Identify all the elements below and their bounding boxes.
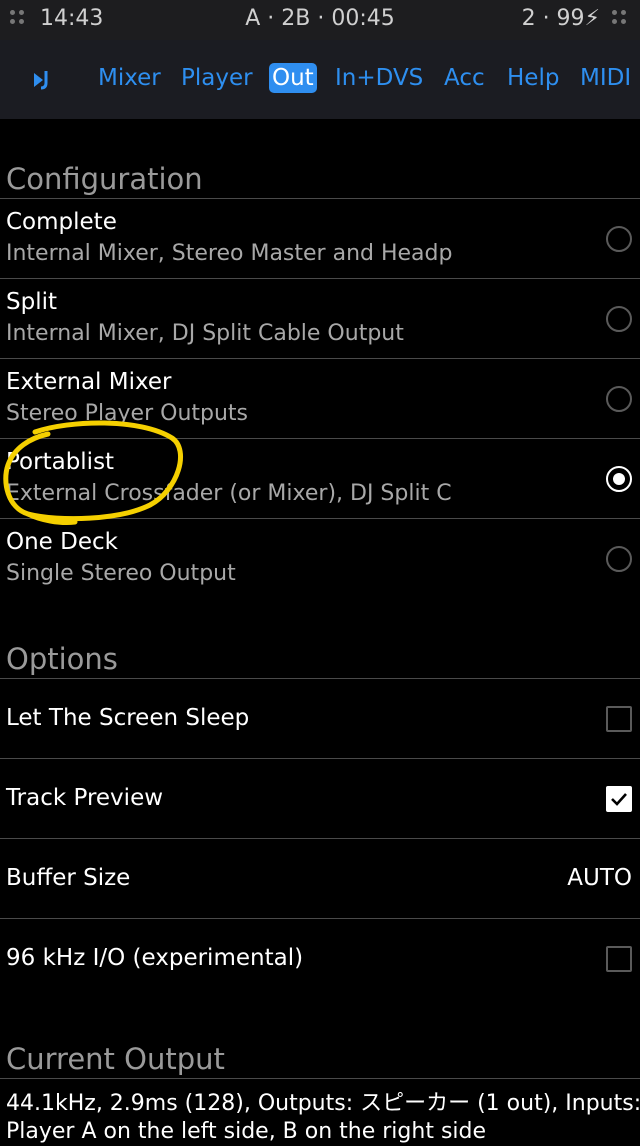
nav-bar: Mixer Player Out In+DVS Acc Help MIDI (0, 40, 640, 119)
config-option-title: Complete (6, 209, 117, 235)
tab-acc[interactable]: Acc (444, 63, 485, 93)
config-option-subtitle: Internal Mixer, DJ Split Cable Output (6, 321, 404, 346)
checkbox[interactable] (606, 706, 632, 732)
config-option-title: Split (6, 289, 57, 315)
config-option-title: External Mixer (6, 369, 172, 395)
option-buffer-size[interactable]: Buffer Size AUTO (0, 839, 640, 919)
tab-player[interactable]: Player (181, 63, 253, 93)
tab-midi[interactable]: MIDI (580, 63, 631, 93)
app-logo-icon[interactable] (30, 68, 54, 92)
check-icon (611, 793, 627, 806)
option-label: Buffer Size (6, 865, 131, 891)
option-96khz[interactable]: 96 kHz I/O (experimental) (0, 919, 640, 999)
tab-mixer[interactable]: Mixer (98, 63, 161, 93)
grip-icon (612, 10, 628, 30)
config-option-split[interactable]: Split Internal Mixer, DJ Split Cable Out… (0, 279, 640, 359)
divider (0, 1078, 640, 1079)
tab-in-dvs[interactable]: In+DVS (335, 63, 423, 93)
radio-button[interactable] (606, 306, 632, 332)
option-track-preview[interactable]: Track Preview (0, 759, 640, 839)
option-label: 96 kHz I/O (experimental) (6, 945, 304, 971)
tab-help[interactable]: Help (507, 63, 559, 93)
checkbox-checked[interactable] (606, 786, 632, 812)
tab-out[interactable]: Out (269, 63, 317, 93)
current-output-line: Player A on the left side, B on the righ… (6, 1119, 487, 1144)
status-battery: 2 · 99⚡ (521, 6, 600, 31)
option-screen-sleep[interactable]: Let The Screen Sleep (0, 679, 640, 759)
radio-button-selected[interactable] (606, 466, 632, 492)
checkbox[interactable] (606, 946, 632, 972)
buffer-size-value[interactable]: AUTO (567, 865, 632, 891)
radio-button[interactable] (606, 546, 632, 572)
option-label: Track Preview (6, 785, 164, 811)
section-header-configuration: Configuration (6, 162, 203, 196)
section-header-current-output: Current Output (6, 1042, 225, 1076)
option-label: Let The Screen Sleep (6, 705, 250, 731)
section-header-options: Options (6, 642, 118, 676)
annotation-circle-icon (3, 420, 183, 525)
radio-button[interactable] (606, 226, 632, 252)
current-output-line: 44.1kHz, 2.9ms (128), Outputs: スピーカー (1 … (6, 1091, 640, 1116)
config-option-subtitle: Single Stereo Output (6, 561, 236, 586)
status-bar: 14:43 A · 2B · 00:45 2 · 99⚡ (0, 0, 640, 40)
config-option-subtitle: Internal Mixer, Stereo Master and Headp (6, 241, 453, 266)
current-output-text: 44.1kHz, 2.9ms (128), Outputs: スピーカー (1 … (6, 1090, 640, 1146)
radio-button[interactable] (606, 386, 632, 412)
config-option-complete[interactable]: Complete Internal Mixer, Stereo Master a… (0, 199, 640, 279)
